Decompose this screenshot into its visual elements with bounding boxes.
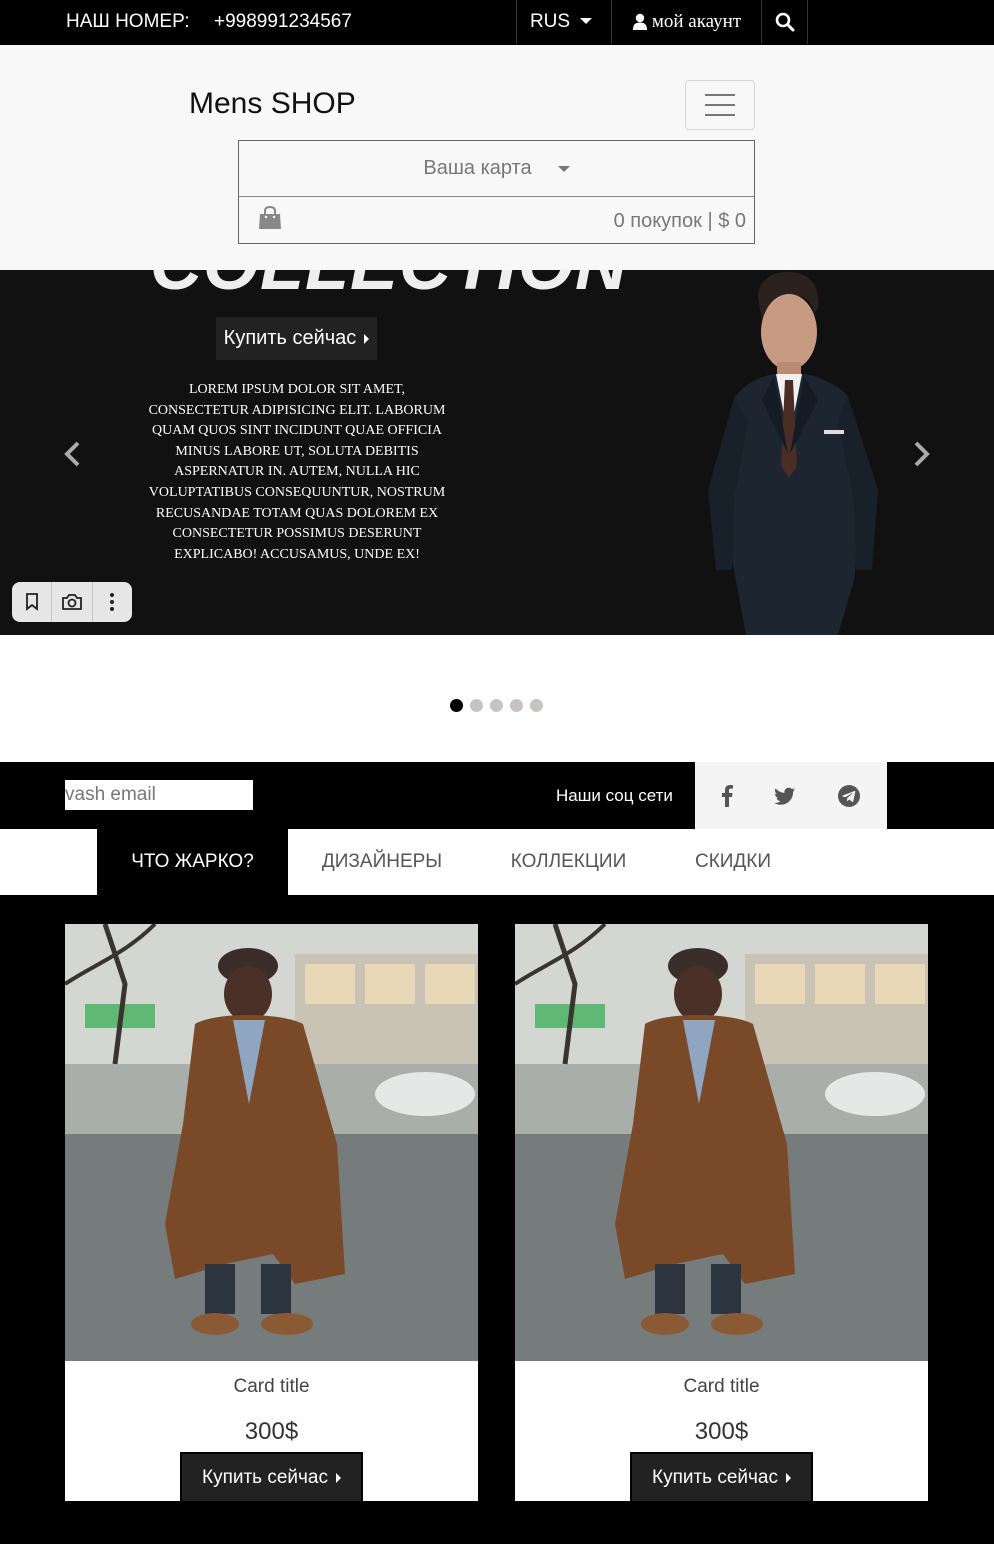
email-field[interactable] — [65, 780, 253, 810]
tab-designers[interactable]: ДИЗАЙНЕРЫ — [288, 829, 476, 895]
account-button[interactable]: мой акаунт — [612, 0, 762, 44]
social-label: Наши соц сети — [556, 786, 673, 805]
card-title: Card title — [683, 1376, 760, 1397]
bookmark-button[interactable] — [12, 582, 53, 622]
hamburger-icon-line — [705, 104, 735, 106]
chevron-down-icon — [580, 18, 593, 24]
category-tabs: ЧТО ЖАРКО? ДИЗАЙНЕРЫ КОЛЛЕКЦИИ СКИДКИ — [0, 829, 994, 895]
camera-icon — [62, 594, 82, 610]
card-price: 300$ — [244, 1418, 299, 1445]
card-title: Card title — [233, 1376, 310, 1397]
hero-model-image — [708, 271, 878, 635]
tab-hot[interactable]: ЧТО ЖАРКО? — [97, 829, 288, 895]
phone-number[interactable]: +998991234567 — [214, 11, 352, 33]
product-card: Card title 300$ Купить сейчас — [65, 924, 478, 1501]
tab-discounts[interactable]: СКИДКИ — [661, 829, 805, 895]
caret-right-icon — [364, 333, 370, 344]
screenshot-button[interactable] — [52, 582, 93, 622]
hero-buy-button[interactable]: Купить сейчас — [216, 317, 377, 360]
more-vertical-icon — [110, 593, 115, 611]
facebook-icon[interactable] — [721, 784, 734, 807]
menu-toggle-button[interactable] — [685, 80, 755, 130]
subscribe-bar: Наши соц сети — [0, 762, 994, 829]
image-tools-overlay — [12, 582, 132, 622]
carousel-prev-icon[interactable] — [62, 440, 82, 468]
buy-label: Купить сейчас — [202, 1466, 328, 1488]
more-options-button[interactable] — [93, 582, 132, 622]
cart-summary-row: 0 покупок | $ 0 — [239, 197, 754, 243]
card-buy-button[interactable]: Купить сейчас — [180, 1452, 363, 1501]
carousel-indicator[interactable] — [510, 699, 523, 712]
cart-summary: 0 покупок | $ 0 — [613, 210, 746, 232]
hamburger-icon-line — [705, 114, 735, 116]
caret-right-icon — [786, 1472, 791, 1483]
user-icon — [632, 13, 647, 30]
product-grid: Card title 300$ Купить сейчас Card title… — [0, 895, 994, 1544]
carousel-indicator[interactable] — [450, 699, 463, 712]
social-links — [695, 762, 887, 829]
buy-label: Купить сейчас — [652, 1466, 778, 1488]
carousel-next-icon[interactable] — [912, 440, 932, 468]
caret-right-icon — [336, 1472, 341, 1483]
language-label: RUS — [529, 11, 571, 32]
carousel-indicators-area — [0, 635, 994, 762]
top-bar: НАШ НОМЕР: +998991234567 RUS мой акаунт — [0, 0, 994, 45]
shopping-bag-icon — [259, 205, 281, 229]
hero-carousel: COLLECTION Купить сейчас Lorem ipsum dol… — [0, 270, 994, 635]
hamburger-icon-line — [705, 94, 735, 96]
hero-description: Lorem ipsum dolor sit amet, consectetur … — [148, 382, 446, 562]
bookmark-icon — [25, 593, 38, 611]
cart-widget: Ваша карта 0 покупок | $ 0 — [238, 140, 755, 244]
product-image — [515, 924, 928, 1361]
language-dropdown[interactable]: RUS — [516, 0, 612, 44]
brand-logo[interactable]: Mens SHOP — [189, 87, 356, 121]
card-buy-button[interactable]: Купить сейчас — [630, 1452, 813, 1501]
cart-label: Ваша карта — [423, 157, 532, 179]
carousel-indicator[interactable] — [470, 699, 483, 712]
card-price: 300$ — [694, 1418, 749, 1445]
carousel-indicator[interactable] — [530, 699, 543, 712]
header: Mens SHOP Ваша карта 0 покупок | $ 0 — [0, 45, 994, 270]
carousel-indicators — [450, 699, 543, 712]
product-card: Card title 300$ Купить сейчас — [515, 924, 928, 1501]
hero-heading: COLLECTION — [150, 270, 628, 306]
cart-dropdown[interactable]: Ваша карта — [239, 141, 754, 197]
buy-label: Купить сейчас — [223, 327, 357, 349]
chevron-down-icon — [557, 165, 570, 172]
product-image — [65, 924, 478, 1361]
search-icon — [775, 12, 794, 32]
tab-collections[interactable]: КОЛЛЕКЦИИ — [476, 829, 661, 895]
twitter-icon[interactable] — [773, 787, 796, 805]
carousel-indicator[interactable] — [490, 699, 503, 712]
account-label: мой акаунт — [651, 11, 742, 32]
phone-label: НАШ НОМЕР: — [66, 11, 190, 32]
telegram-icon[interactable] — [837, 784, 861, 808]
search-button[interactable] — [762, 0, 808, 44]
